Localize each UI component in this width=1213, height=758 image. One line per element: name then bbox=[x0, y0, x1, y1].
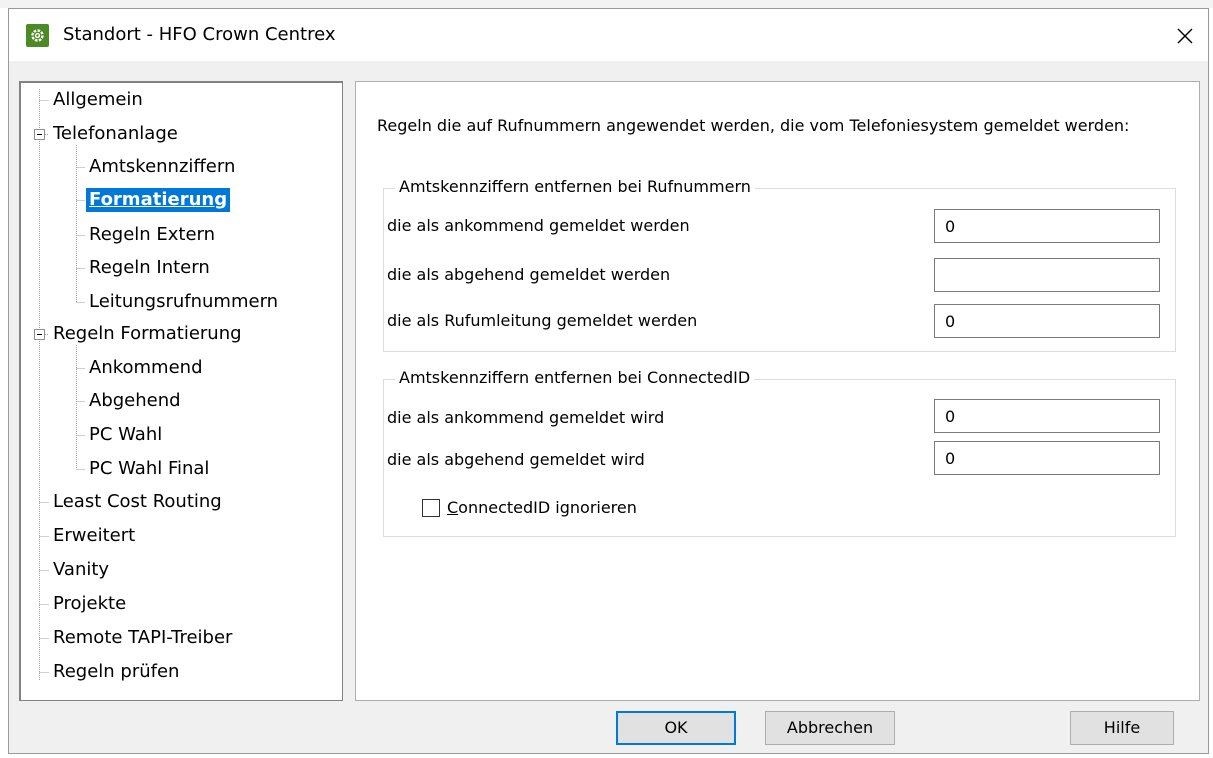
close-button[interactable] bbox=[1162, 9, 1208, 61]
tree-item-regeln-formatierung[interactable]: Regeln Formatierung bbox=[53, 322, 242, 346]
navigation-tree[interactable]: Allgemein Telefonanlage Amtskennziffern … bbox=[19, 81, 343, 701]
cancel-button[interactable]: Abbrechen bbox=[765, 711, 895, 745]
tree-item-projekte[interactable]: Projekte bbox=[53, 592, 126, 616]
tree-item-abgehend[interactable]: Abgehend bbox=[89, 389, 181, 413]
background-strip bbox=[0, 0, 1213, 8]
group-connectedid: Amtskennziffern entfernen bei ConnectedI… bbox=[383, 367, 1176, 537]
tree-item-leitungsrufnummern[interactable]: Leitungsrufnummern bbox=[89, 290, 278, 314]
telefonanlage-collapse-icon[interactable] bbox=[34, 129, 45, 140]
input-ankommend-wird[interactable] bbox=[934, 399, 1160, 433]
settings-panel: Regeln die auf Rufnummern angewendet wer… bbox=[355, 81, 1200, 701]
checkbox-connectedid-ignorieren[interactable] bbox=[422, 499, 440, 517]
label-abgehend-wird: die als abgehend gemeldet wird bbox=[387, 450, 645, 469]
input-abgehend-werden[interactable] bbox=[934, 258, 1160, 292]
tree-item-regeln-extern[interactable]: Regeln Extern bbox=[89, 223, 215, 247]
tree-item-erweitert[interactable]: Erweitert bbox=[53, 524, 135, 548]
tree-item-allgemein[interactable]: Allgemein bbox=[53, 88, 143, 112]
label-rufumleitung-werden: die als Rufumleitung gemeldet werden bbox=[387, 311, 698, 330]
tree-item-formatierung[interactable]: Formatierung bbox=[86, 188, 231, 212]
tree-item-regeln-pruefen[interactable]: Regeln prüfen bbox=[53, 660, 179, 684]
checkbox-label-rest: onnectedID ignorieren bbox=[458, 498, 637, 517]
intro-text: Regeln die auf Rufnummern angewendet wer… bbox=[377, 116, 1130, 135]
tree-item-regeln-intern[interactable]: Regeln Intern bbox=[89, 256, 210, 280]
label-ankommend-werden: die als ankommend gemeldet werden bbox=[387, 216, 690, 235]
tree-item-pc-wahl-final[interactable]: PC Wahl Final bbox=[89, 457, 209, 481]
tree-item-ankommend[interactable]: Ankommend bbox=[89, 356, 203, 380]
dialog-window: Standort - HFO Crown Centrex Allgemein T… bbox=[8, 8, 1209, 754]
label-ankommend-wird: die als ankommend gemeldet wird bbox=[387, 408, 665, 427]
checkbox-mnemonic: C bbox=[447, 498, 459, 517]
regeln-formatierung-collapse-icon[interactable] bbox=[34, 329, 45, 340]
tree-item-amtskennziffern[interactable]: Amtskennziffern bbox=[89, 155, 235, 179]
input-rufumleitung-werden[interactable] bbox=[934, 304, 1160, 338]
ok-button[interactable]: OK bbox=[616, 711, 736, 745]
tree-item-vanity[interactable]: Vanity bbox=[53, 558, 109, 582]
group-rufnummern-title: Amtskennziffern entfernen bei Rufnummern bbox=[395, 176, 755, 198]
group-connectedid-title: Amtskennziffern entfernen bei ConnectedI… bbox=[395, 367, 755, 389]
label-abgehend-werden: die als abgehend gemeldet werden bbox=[387, 265, 671, 284]
close-icon bbox=[1177, 28, 1193, 44]
tree-item-least-cost-routing[interactable]: Least Cost Routing bbox=[53, 490, 222, 514]
tree-item-pc-wahl[interactable]: PC Wahl bbox=[89, 423, 162, 447]
tree-item-telefonanlage[interactable]: Telefonanlage bbox=[53, 122, 178, 146]
title-bar: Standort - HFO Crown Centrex bbox=[9, 9, 1208, 61]
help-button[interactable]: Hilfe bbox=[1070, 711, 1174, 745]
app-gear-icon bbox=[26, 24, 49, 47]
group-rufnummern: Amtskennziffern entfernen bei Rufnummern… bbox=[383, 176, 1176, 352]
input-ankommend-werden[interactable] bbox=[934, 209, 1160, 243]
checkbox-connectedid-label[interactable]: ConnectedID ignorieren bbox=[447, 497, 637, 519]
input-abgehend-wird[interactable] bbox=[934, 441, 1160, 475]
window-title: Standort - HFO Crown Centrex bbox=[63, 24, 336, 45]
tree-item-remote-tapi-treiber[interactable]: Remote TAPI-Treiber bbox=[53, 626, 232, 650]
